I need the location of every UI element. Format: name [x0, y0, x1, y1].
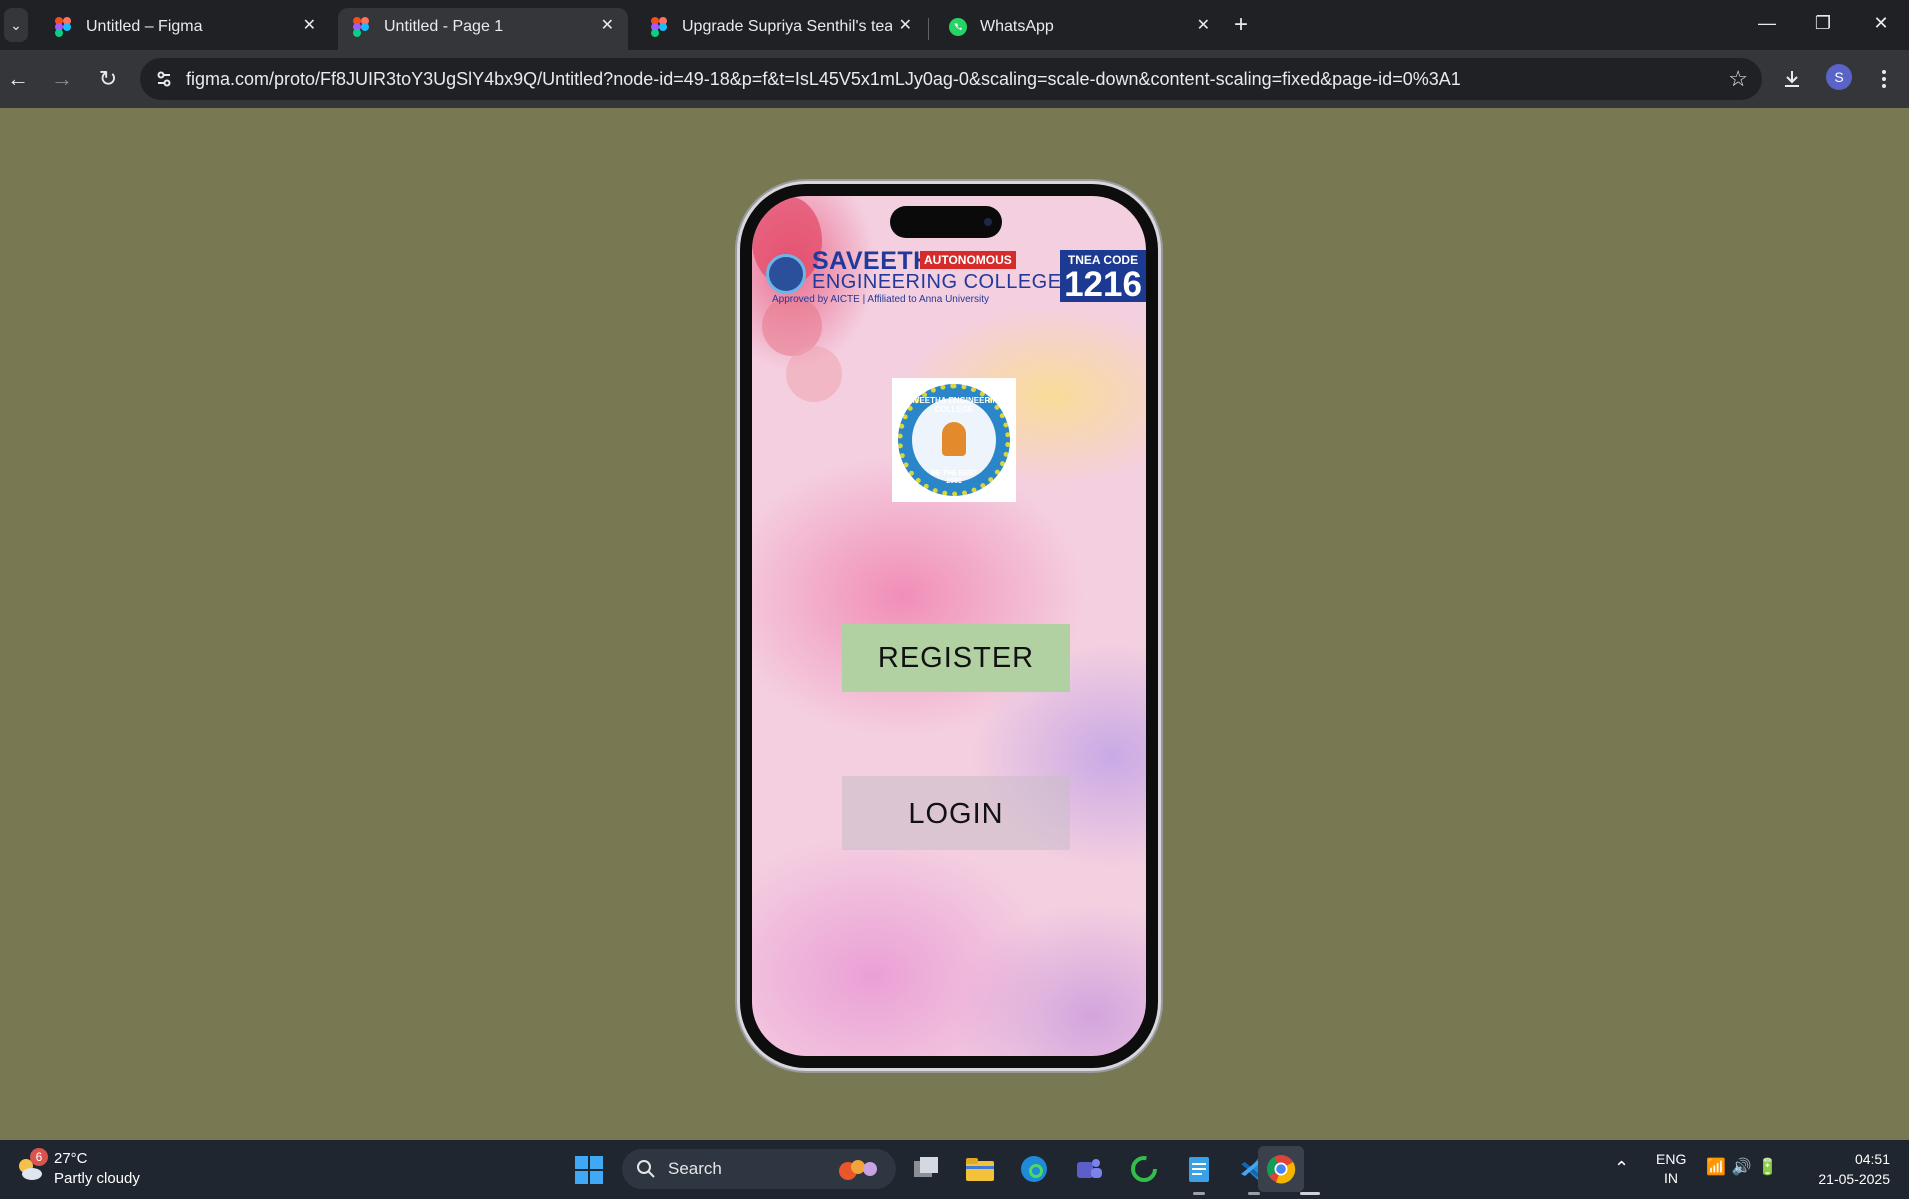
close-icon[interactable]: ✕ — [1197, 16, 1210, 36]
close-icon: ✕ — [1873, 13, 1889, 33]
forward-button[interactable]: → — [46, 63, 78, 95]
figma-icon — [651, 17, 667, 37]
teams-icon[interactable] — [1073, 1153, 1105, 1185]
chevron-down-icon: ⌄ — [10, 17, 22, 33]
notepad-icon[interactable] — [1183, 1153, 1215, 1185]
tab-title: WhatsApp — [980, 18, 1054, 35]
more-menu-icon[interactable] — [1872, 67, 1896, 91]
file-explorer-icon[interactable] — [964, 1153, 996, 1185]
volume-icon: 🔊 — [1731, 1159, 1758, 1176]
windows-start-icon[interactable] — [574, 1155, 604, 1185]
minimize-icon: — — [1758, 13, 1776, 33]
tab-whatsapp[interactable]: WhatsApp ✕ — [934, 8, 1224, 50]
taskbar-search[interactable]: Search — [622, 1149, 896, 1189]
weather-condition: Partly cloudy — [54, 1170, 140, 1187]
tab-strip: ⌄ Untitled – Figma ✕ Untitled - Page 1 ✕… — [0, 0, 1909, 50]
url-text[interactable]: figma.com/proto/Ff8JUIR3toY3UgSlY4bx9Q/U… — [186, 69, 1461, 89]
autonomous-badge: AUTONOMOUS — [920, 251, 1016, 269]
tab-untitled-page-1[interactable]: Untitled - Page 1 ✕ — [338, 8, 628, 50]
taskbar-clock[interactable]: 04:51 21-05-2025 — [1790, 1149, 1890, 1189]
search-highlight-icon — [839, 1160, 877, 1180]
clock-time: 04:51 — [1854, 1151, 1890, 1167]
site-settings-icon[interactable] — [150, 65, 178, 93]
tab-separator — [928, 18, 929, 40]
running-indicator — [1193, 1192, 1205, 1195]
weather-alert-badge: 6 — [30, 1148, 48, 1166]
browser-toolbar: ← → ↻ figma.com/proto/Ff8JUIR3toY3UgSlY4… — [0, 50, 1909, 108]
system-tray[interactable]: 📶🔊🔋 — [1706, 1158, 1784, 1178]
battery-icon: 🔋 — [1757, 1159, 1784, 1176]
search-label: Search — [668, 1159, 722, 1178]
chevron-up-icon[interactable]: ⌃ — [1614, 1158, 1629, 1178]
close-window-button[interactable]: ✕ — [1858, 8, 1904, 38]
college-subtitle: ENGINEERING COLLEGE — [812, 271, 1062, 293]
logo-motto: BE THE BEST — [930, 470, 978, 477]
restore-icon: ❐ — [1814, 13, 1832, 33]
torch-icon — [942, 422, 966, 456]
register-button[interactable]: REGISTER — [842, 624, 1070, 692]
active-indicator — [1300, 1192, 1320, 1195]
camera-dot — [984, 218, 992, 226]
chrome-icon[interactable] — [1265, 1153, 1297, 1185]
back-button[interactable]: ← — [2, 63, 34, 95]
refresh-app-icon[interactable] — [1128, 1153, 1160, 1185]
phone-frame: SAVEETHA AUTONOMOUS ENGINEERING COLLEGE … — [740, 184, 1158, 1068]
tab-title: Untitled – Figma — [86, 18, 203, 35]
bookmark-star-icon[interactable]: ☆ — [1728, 67, 1748, 91]
tab-upgrade-team[interactable]: Upgrade Supriya Senthil's team ✕ — [636, 8, 926, 50]
tnea-code-box: TNEA CODE 1216 — [1060, 250, 1146, 302]
figma-icon — [55, 17, 71, 37]
tnea-code: 1216 — [1064, 265, 1142, 304]
arrow-right-icon: → — [51, 66, 73, 91]
figma-icon — [353, 17, 369, 37]
affiliation-text: Approved by AICTE | Affiliated to Anna U… — [772, 294, 989, 305]
address-bar[interactable]: figma.com/proto/Ff8JUIR3toY3UgSlY4bx9Q/U… — [140, 58, 1762, 100]
flower-decoration — [786, 346, 842, 402]
region-code: IN — [1664, 1170, 1678, 1186]
running-indicator — [1248, 1192, 1260, 1195]
close-icon[interactable]: ✕ — [899, 16, 912, 36]
minimize-button[interactable]: — — [1744, 8, 1790, 38]
weather-temperature: 27°C — [54, 1150, 88, 1167]
phone-power-button — [1158, 436, 1163, 532]
tab-untitled-figma[interactable]: Untitled – Figma ✕ — [40, 8, 330, 50]
new-tab-button[interactable]: + — [1234, 12, 1248, 38]
logo-motto-block: BE THE BEST 2001 — [898, 470, 1010, 486]
tab-title: Untitled - Page 1 — [384, 18, 504, 35]
college-logo: SAVEETHA ENGINEERING COLLEGE BE THE BEST… — [892, 378, 1016, 502]
close-icon[interactable]: ✕ — [601, 16, 614, 36]
language-code: ENG — [1656, 1151, 1687, 1167]
logo-year: 2001 — [946, 478, 962, 485]
profile-avatar[interactable]: S — [1826, 64, 1852, 90]
dynamic-island — [890, 206, 1002, 238]
clock-date: 21-05-2025 — [1818, 1171, 1890, 1187]
taskbar: 6 27°C Partly cloudy Search ⌃ ENG IN 📶🔊🔋… — [0, 1140, 1909, 1199]
language-indicator[interactable]: ENG IN — [1656, 1150, 1686, 1188]
restore-button[interactable]: ❐ — [1800, 8, 1846, 38]
close-icon[interactable]: ✕ — [303, 16, 316, 36]
reload-icon: ↻ — [98, 66, 118, 91]
edge-icon[interactable] — [1018, 1153, 1050, 1185]
task-view-icon[interactable] — [910, 1153, 942, 1185]
reload-button[interactable]: ↻ — [92, 63, 124, 95]
college-banner: SAVEETHA AUTONOMOUS ENGINEERING COLLEGE … — [758, 248, 1146, 305]
whatsapp-icon — [949, 18, 967, 36]
wifi-icon: 📶 — [1706, 1159, 1732, 1176]
logo-college-text: SAVEETHA ENGINEERING COLLEGE — [903, 396, 1005, 414]
arrow-left-icon: ← — [7, 66, 29, 91]
prototype-screen: SAVEETHA AUTONOMOUS ENGINEERING COLLEGE … — [752, 196, 1146, 1056]
search-icon — [637, 1160, 655, 1178]
college-emblem-icon — [766, 254, 806, 294]
download-icon[interactable] — [1780, 67, 1804, 91]
login-button[interactable]: LOGIN — [842, 776, 1070, 850]
tab-title: Upgrade Supriya Senthil's team — [682, 18, 892, 35]
tab-search-button[interactable]: ⌄ — [4, 8, 28, 42]
